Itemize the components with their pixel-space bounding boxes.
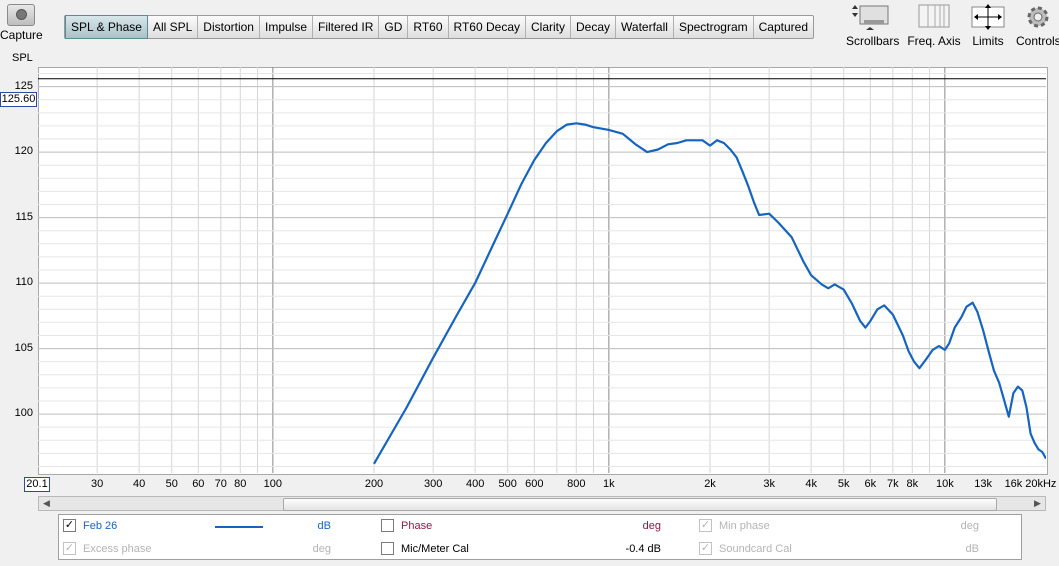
legend-unit: deg (960, 520, 979, 532)
legend-unit: dB (317, 520, 331, 532)
checkbox-mic-meter-cal[interactable] (381, 542, 394, 555)
scroll-left-icon[interactable]: ◀ (39, 497, 54, 510)
legend-label: Soundcard Cal (719, 543, 792, 555)
x-tick-label: 30 (91, 478, 104, 490)
x-tick-label: 20kHz (1025, 478, 1057, 490)
legend-label: Mic/Meter Cal (401, 543, 469, 555)
y-tick-label: 115 (15, 210, 33, 223)
legend-panel: ✓ Feb 26 dB Phase deg ✓ Min phase deg ✓ Excess ph… (58, 514, 1022, 560)
tab-captured[interactable]: Captured (754, 16, 813, 38)
x-tick-label: 2k (704, 478, 716, 490)
checkbox-soundcard-cal[interactable]: ✓ (699, 542, 712, 555)
capture-button[interactable]: Capture (0, 2, 43, 50)
x-tick-label: 800 (567, 478, 586, 490)
limits-label: Limits (972, 34, 1004, 48)
y-axis-min-box[interactable]: 20.1 (24, 477, 50, 492)
y-tick-label: 105 (14, 341, 33, 354)
legend-label: Excess phase (83, 543, 152, 555)
x-tick-label: 500 (498, 478, 517, 490)
legend-line-swatch (215, 526, 263, 528)
scrollbars-label: Scrollbars (846, 34, 900, 48)
limits-icon (966, 2, 1010, 32)
x-tick-label: 200 (364, 478, 384, 490)
legend-label: Phase (401, 520, 433, 532)
x-tick-label: 50 (165, 478, 178, 490)
graph-tabs: SPL & Phase All SPL Distortion Impulse Filte… (64, 15, 815, 39)
x-tick-label: 100 (263, 478, 283, 490)
tab-rt60[interactable]: RT60 (408, 16, 449, 38)
x-tick-label: 3k (763, 478, 775, 490)
tab-spl-phase[interactable]: SPL & Phase (65, 15, 148, 39)
legend-unit: -0.4 dB (625, 543, 661, 555)
x-tick-label: 60 (192, 478, 205, 490)
x-tick-label: 300 (423, 478, 443, 490)
x-tick-label: 7k (886, 478, 899, 490)
tab-spectrogram[interactable]: Spectrogram (674, 16, 754, 38)
tab-decay[interactable]: Decay (571, 16, 617, 38)
tab-clarity[interactable]: Clarity (526, 16, 572, 38)
tab-rt60-decay[interactable]: RT60 Decay (449, 16, 526, 38)
x-tick-label: 40 (133, 478, 146, 490)
tab-waterfall[interactable]: Waterfall (616, 16, 674, 38)
x-tick-label: 16k (1004, 478, 1023, 490)
legend-unit: dB (965, 543, 979, 555)
spl-label: SPL (12, 52, 33, 64)
tab-gd[interactable]: GD (379, 16, 409, 38)
x-tick-label: 10k (935, 478, 954, 490)
spl-plot (38, 67, 1046, 473)
scroll-right-icon[interactable]: ▶ (1030, 497, 1045, 510)
y-tick-label: 100 (14, 407, 33, 420)
legend-label: Feb 26 (83, 520, 118, 532)
tab-filtered-ir[interactable]: Filtered IR (313, 16, 380, 38)
y-tick-label: 110 (15, 276, 33, 289)
freq-axis-label: Freq. Axis (907, 34, 961, 48)
scrollbar-thumb[interactable] (283, 498, 997, 511)
y-tick-label: 125 (14, 79, 33, 92)
x-tick-label: 4k (805, 478, 817, 490)
camera-icon (7, 4, 35, 26)
freq-axis-button[interactable]: Freq. Axis (906, 2, 962, 48)
checkbox-min-phase[interactable]: ✓ (699, 519, 712, 532)
freq-axis-icon (906, 2, 962, 32)
scrollbars-button[interactable]: Scrollbars (846, 2, 900, 48)
scrollbars-icon (846, 2, 898, 32)
x-tick-label: 6k (864, 478, 877, 490)
x-tick-label: 80 (234, 478, 247, 490)
capture-label: Capture (0, 28, 43, 42)
checkbox-excess-phase[interactable]: ✓ (63, 542, 76, 555)
y-tick-label: 120 (14, 145, 33, 158)
controls-button[interactable]: Controls (1016, 2, 1059, 48)
x-tick-label: 5k (837, 478, 850, 490)
checkbox-phase[interactable] (381, 519, 394, 532)
legend-unit: deg (642, 520, 661, 532)
x-tick-label: 8k (906, 478, 919, 490)
legend-unit: deg (312, 543, 331, 555)
x-tick-label: 13k (974, 478, 992, 490)
horizontal-scrollbar[interactable]: ◀ ▶ (38, 496, 1046, 511)
tab-all-spl[interactable]: All SPL (148, 16, 199, 38)
x-tick-label: 600 (525, 478, 544, 490)
checkbox-feb-26[interactable]: ✓ (63, 519, 76, 532)
controls-label: Controls (1016, 34, 1059, 48)
gear-icon (1016, 2, 1059, 32)
y-cursor-value-box[interactable]: 125.60 (0, 92, 37, 107)
tab-impulse[interactable]: Impulse (260, 16, 314, 38)
x-tick-label: 1k (603, 478, 615, 490)
legend-label: Min phase (719, 520, 770, 532)
limits-button[interactable]: Limits (966, 2, 1010, 48)
x-tick-label: 400 (465, 478, 485, 490)
tab-distortion[interactable]: Distortion (198, 16, 260, 38)
x-tick-label: 70 (214, 478, 227, 490)
